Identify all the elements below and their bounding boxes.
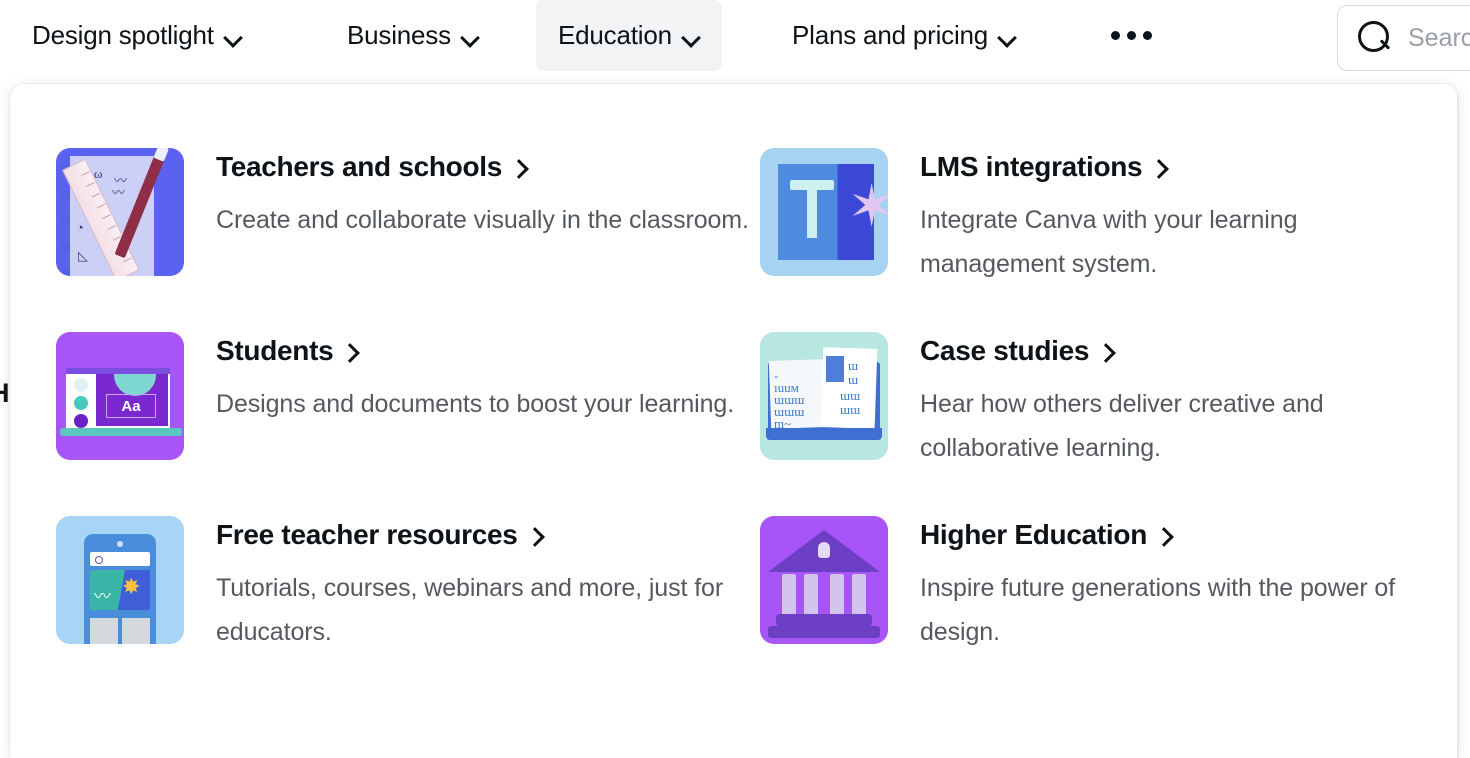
menu-item-text: Case studies Hear how others deliver cre… (920, 332, 1396, 471)
nav-item-design-spotlight[interactable]: Design spotlight (10, 0, 264, 71)
chevron-right-icon (1157, 529, 1169, 541)
menu-item-teachers-and-schools[interactable]: ω 〰 〰 ◔ ◺ Teachers and schools Create an… (56, 148, 760, 332)
search-input[interactable]: Search (1337, 5, 1470, 71)
chevron-right-icon (512, 161, 524, 173)
menu-item-students[interactable]: Aa Students Designs and documents to boo… (56, 332, 760, 516)
chevron-right-icon (1152, 161, 1164, 173)
nav-item-label: Plans and pricing (792, 20, 989, 50)
chevron-down-icon (999, 31, 1016, 41)
menu-item-text: LMS integrations Integrate Canva with yo… (920, 148, 1396, 287)
chevron-down-icon (225, 31, 242, 41)
panel-scroll-edge[interactable] (1457, 84, 1458, 758)
menu-item-text: Higher Education Inspire future generati… (920, 516, 1396, 655)
nav-item-education[interactable]: Education (536, 0, 722, 71)
menu-item-lms-integrations[interactable]: ✶ LMS integrations Integrate Canva with … (760, 148, 1396, 332)
menu-item-description: Designs and documents to boost your lear… (216, 389, 735, 418)
menu-item-free-teacher-resources[interactable]: 〰 ✸ Free teacher resources Tutorials, co… (56, 516, 760, 700)
chevron-right-icon (343, 345, 355, 357)
menu-item-title: Students (216, 334, 355, 368)
laptop-design-icon: Aa (56, 332, 184, 460)
menu-item-title: Teachers and schools (216, 150, 524, 184)
clipped-edge-text: H (0, 378, 10, 409)
ellipsis-dot (1111, 31, 1120, 40)
menu-item-case-studies[interactable]: - ıuuм ɯɯɯ ɯɯɯ m~ ɯ ɯ ɯɯ ɯɯ Case studies… (760, 332, 1396, 516)
menu-item-description: Integrate Canva with your learning manag… (920, 205, 1298, 279)
dropdown-menu-grid: ω 〰 〰 ◔ ◺ Teachers and schools Create an… (56, 148, 1396, 700)
nav-item-business[interactable]: Business (325, 0, 501, 71)
menu-item-text: Teachers and schools Create and collabor… (216, 148, 749, 242)
chevron-right-icon (528, 529, 540, 541)
nav-item-label: Design spotlight (32, 20, 214, 50)
education-dropdown-panel: ω 〰 〰 ◔ ◺ Teachers and schools Create an… (10, 84, 1458, 758)
nav-more-button[interactable] (1093, 0, 1170, 71)
notebook-ruler-pencil-icon: ω 〰 〰 ◔ ◺ (56, 148, 184, 276)
menu-item-description: Create and collaborate visually in the c… (216, 205, 749, 234)
menu-item-text: Free teacher resources Tutorials, course… (216, 516, 760, 655)
menu-item-title: Free teacher resources (216, 518, 540, 552)
search-placeholder: Search (1408, 23, 1470, 52)
menu-item-title: LMS integrations (920, 150, 1164, 184)
menu-item-title: Case studies (920, 334, 1111, 368)
nav-item-label: Business (347, 20, 451, 50)
menu-item-description: Hear how others deliver creative and col… (920, 389, 1324, 463)
search-icon (1358, 21, 1392, 55)
menu-item-text: Students Designs and documents to boost … (216, 332, 734, 426)
page-root: Design spotlight Business Education Plan… (0, 0, 1470, 758)
menu-item-title: Higher Education (920, 518, 1169, 552)
university-building-icon (760, 516, 888, 644)
text-tool-star-icon: ✶ (760, 148, 888, 276)
chevron-down-icon (683, 31, 700, 41)
chevron-down-icon (462, 31, 479, 41)
ellipsis-dot (1143, 31, 1152, 40)
chevron-right-icon (1099, 345, 1111, 357)
mobile-phone-icon: 〰 ✸ (56, 516, 184, 644)
menu-item-description: Inspire future generations with the powe… (920, 573, 1396, 647)
ellipsis-dot (1127, 31, 1136, 40)
nav-item-label: Education (558, 20, 672, 50)
menu-item-description: Tutorials, courses, webinars and more, j… (216, 573, 724, 647)
open-book-icon: - ıuuм ɯɯɯ ɯɯɯ m~ ɯ ɯ ɯɯ ɯɯ (760, 332, 888, 460)
top-navigation-bar: Design spotlight Business Education Plan… (0, 0, 1470, 72)
nav-item-plans-and-pricing[interactable]: Plans and pricing (770, 0, 1038, 71)
menu-item-higher-education[interactable]: Higher Education Inspire future generati… (760, 516, 1396, 700)
